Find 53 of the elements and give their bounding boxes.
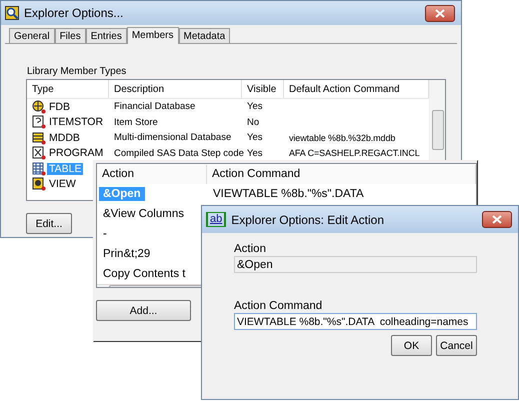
tab[interactable]: Members (126, 27, 179, 44)
list-item[interactable]: &View Columns (99, 207, 188, 221)
ok-button[interactable]: OK (391, 335, 432, 356)
table-cell-text: Compiled SAS Data Step code (114, 148, 245, 159)
field-label: Action (234, 243, 267, 255)
table-cell-text: viewtable %8b.%32b.mddb (289, 132, 396, 143)
stack-icon (32, 130, 46, 145)
globe-icon (32, 100, 46, 114)
cancel-button[interactable]: Cancel (436, 335, 477, 356)
input-field[interactable]: &Open (234, 256, 477, 273)
column-header[interactable]: Type (27, 80, 109, 98)
group-label: Library Member Types (27, 66, 128, 77)
close-icon (492, 215, 502, 224)
table-cell-text: Financial Database (114, 101, 196, 112)
table-cell-text: Yes (247, 148, 264, 159)
tab[interactable]: Entries (86, 28, 127, 43)
window-title: Explorer Options: Edit Action (231, 212, 385, 226)
table-cell-text: Yes (247, 132, 264, 144)
list-item[interactable]: VIEW (47, 178, 78, 190)
close-button[interactable] (482, 211, 512, 228)
window-title: Explorer Options... (24, 6, 124, 20)
add-button[interactable]: Add... (96, 300, 191, 321)
list-item[interactable]: FDB (47, 100, 72, 113)
close-button[interactable] (425, 4, 455, 22)
tab[interactable]: Metadata (178, 28, 230, 43)
question-page-icon (32, 115, 46, 130)
tab[interactable]: General (9, 28, 55, 43)
column-header[interactable]: Action Command (207, 164, 476, 184)
app-icon: ab (206, 212, 226, 227)
list-item[interactable]: Prin&t;29 (99, 247, 154, 261)
list-item[interactable]: Copy Contents t (99, 267, 190, 281)
column-header[interactable]: Visible (242, 80, 284, 98)
table-cell-text: Yes (247, 101, 264, 112)
column-header[interactable]: Action (97, 164, 207, 184)
view-icon (32, 177, 46, 192)
app-icon (5, 6, 19, 20)
table-cell-text: Multi-dimensional Database (114, 132, 232, 144)
table-cell-text: No (247, 116, 260, 128)
list-item[interactable]: ITEMSTOR (47, 116, 106, 128)
edit-button[interactable]: Edit... (26, 213, 72, 234)
list-item[interactable]: MDDB (47, 132, 82, 144)
input-field[interactable]: VIEWTABLE %8b."%s".DATA colheading=names (234, 313, 477, 330)
table-cell-text: VIEWTABLE %8b."%s".DATA (212, 187, 365, 201)
table-cell-text: Item Store (114, 116, 159, 128)
tab[interactable]: Files (54, 28, 86, 43)
program-icon (32, 146, 46, 160)
table-cell-text: AFA C=SASHELP.REGACT.INCL (289, 148, 421, 158)
field-label: Action Command (234, 300, 324, 312)
column-header[interactable]: Description (109, 80, 242, 98)
list-item[interactable]: PROGRAM (47, 147, 106, 160)
grid-icon (32, 162, 46, 176)
list-item[interactable]: - (99, 227, 111, 241)
close-icon (435, 8, 445, 18)
